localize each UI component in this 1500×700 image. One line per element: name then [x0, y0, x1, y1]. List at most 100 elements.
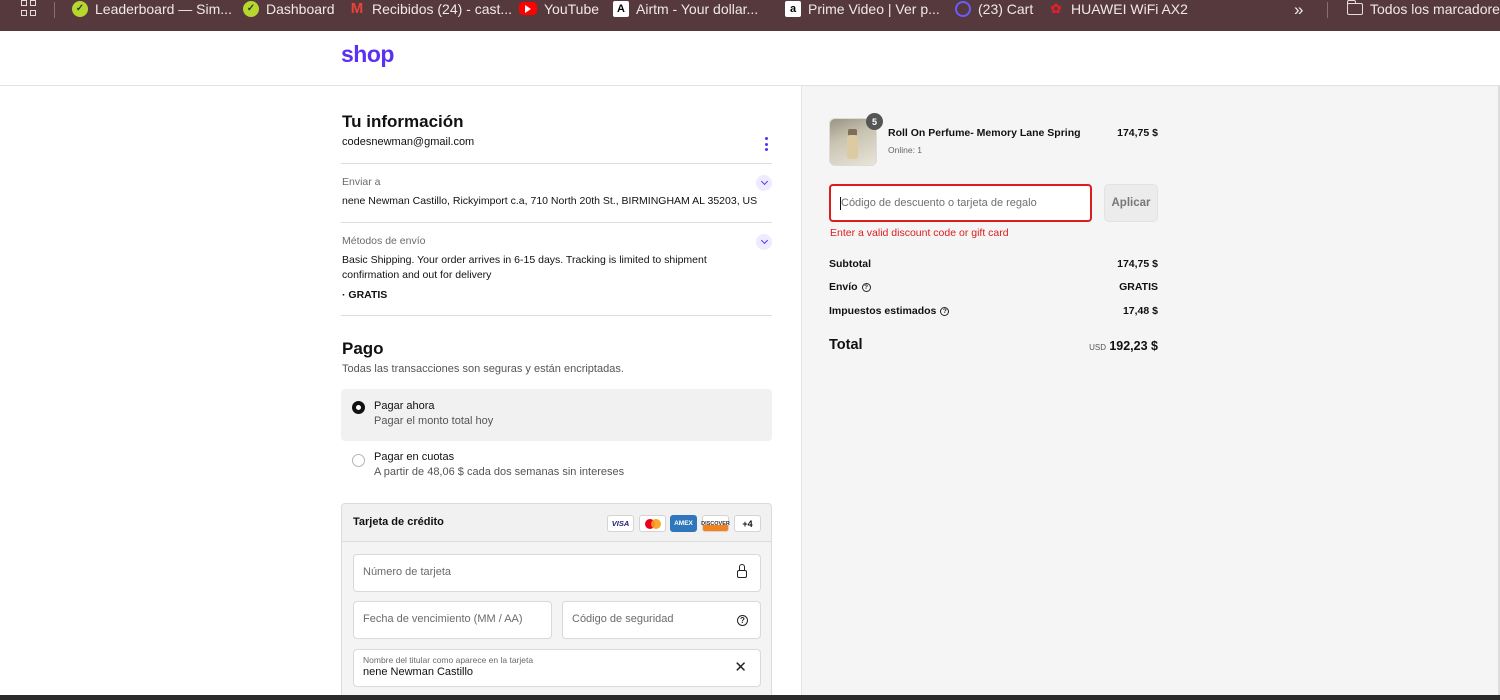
apps-grid-icon[interactable]	[21, 0, 37, 16]
ship-to-expand-chevron-icon[interactable]	[756, 175, 772, 191]
amazon-icon: a	[785, 0, 801, 17]
taxes-label-group: Impuestos estimados ?	[829, 305, 950, 317]
product-price: 174,75 $	[1117, 127, 1158, 139]
divider	[341, 222, 772, 223]
cart-icon	[955, 0, 971, 17]
card-number-input[interactable]: Número de tarjeta	[353, 554, 761, 592]
airtm-icon: A	[613, 0, 629, 17]
more-brands-badge: +4	[734, 515, 761, 532]
contact-email: codesnewman@gmail.com	[342, 136, 475, 148]
radio-unselected[interactable]	[352, 454, 365, 467]
bookmark-label: Airtm - Your dollar...	[636, 0, 759, 17]
cardholder-name-input[interactable]: Nombre del titular como aparece en la ta…	[353, 649, 761, 687]
expiry-input[interactable]: Fecha de vencimiento (MM / AA)	[353, 601, 552, 639]
amex-icon: AMEX	[670, 515, 697, 532]
shipping-label: Envío	[829, 281, 858, 293]
taskbar-edge	[0, 695, 1500, 700]
option-subtitle: Pagar el monto total hoy	[374, 415, 494, 427]
simpleswap-icon: ✓	[72, 0, 88, 17]
option-title: Pagar en cuotas	[374, 451, 455, 463]
payment-security-note: Todas las transacciones son seguras y es…	[342, 363, 624, 375]
bookmark-gmail[interactable]: M Recibidos (24) - cast...	[349, 0, 512, 17]
simpleswap-icon: ✓	[243, 0, 259, 17]
huawei-icon: ✿	[1050, 0, 1062, 16]
bookmark-leaderboard[interactable]: ✓ Leaderboard — Sim...	[72, 0, 232, 17]
credit-card-header[interactable]: Tarjeta de crédito VISA AMEX DISCOVER +4	[342, 504, 771, 542]
shipping-methods-label: Métodos de envío	[342, 235, 426, 247]
help-question-icon[interactable]: ?	[861, 282, 871, 292]
bookmark-dashboard[interactable]: ✓ Dashboard	[243, 0, 335, 17]
ship-to-label: Enviar a	[342, 176, 381, 188]
product-variant: Online: 1	[888, 145, 923, 155]
help-question-icon[interactable]: ?	[940, 306, 950, 316]
credit-card-title: Tarjeta de crédito	[353, 516, 444, 528]
divider	[341, 315, 772, 316]
shipping-methods-expand-chevron-icon[interactable]	[756, 234, 772, 250]
help-question-icon[interactable]: ?	[737, 615, 748, 626]
bookmark-label: Leaderboard — Sim...	[95, 0, 232, 17]
discover-icon: DISCOVER	[701, 515, 730, 532]
bookmark-label: Todos los marcadores	[1370, 0, 1500, 17]
payment-option-installments[interactable]: Pagar en cuotas A partir de 48,06 $ cada…	[341, 441, 772, 493]
option-subtitle: A partir de 48,06 $ cada dos semanas sin…	[374, 466, 625, 478]
payment-option-pay-now[interactable]: Pagar ahora Pagar el monto total hoy	[341, 389, 772, 441]
info-section-title: Tu información	[342, 112, 464, 131]
bookmark-prime-video[interactable]: a Prime Video | Ver p...	[785, 0, 940, 17]
bookmarks-bar: ✓ Leaderboard — Sim... ✓ Dashboard M Rec…	[0, 0, 1500, 31]
shipping-method-description: Basic Shipping. Your order arrives in 6-…	[342, 254, 707, 281]
visa-icon: VISA	[607, 515, 634, 532]
mastercard-icon	[639, 515, 666, 532]
shipping-method-price: · GRATIS	[342, 289, 388, 301]
credit-card-form: Tarjeta de crédito VISA AMEX DISCOVER +4…	[341, 503, 772, 700]
more-options-icon[interactable]	[760, 137, 772, 151]
bookmarks-divider	[1327, 2, 1328, 18]
shipping-value: GRATIS	[1119, 281, 1158, 293]
discount-error-message: Enter a valid discount code or gift card	[830, 227, 1009, 239]
quantity-badge: 5	[866, 113, 883, 130]
total-value: 192,23 $	[1109, 339, 1158, 353]
bookmark-youtube[interactable]: YouTube	[519, 0, 599, 17]
bookmark-label: Prime Video | Ver p...	[808, 0, 940, 17]
product-name: Roll On Perfume- Memory Lane Spring	[888, 127, 1081, 139]
cardholder-name-label: Nombre del titular como aparece en la ta…	[363, 655, 534, 665]
bookmark-label: (23) Cart	[978, 0, 1034, 17]
security-code-input[interactable]: Código de seguridad ?	[562, 601, 761, 639]
bookmark-airtm[interactable]: A Airtm - Your dollar...	[613, 0, 758, 17]
shop-logo[interactable]: shop	[341, 41, 394, 68]
card-number-placeholder: Número de tarjeta	[363, 566, 452, 578]
payment-section-title: Pago	[342, 339, 384, 358]
bookmark-label: YouTube	[544, 0, 600, 17]
bookmark-label: HUAWEI WiFi AX2	[1071, 0, 1188, 17]
shipping-label-group: Envío ?	[829, 281, 871, 293]
security-code-placeholder: Código de seguridad	[572, 613, 674, 625]
bookmark-huawei[interactable]: ✿ HUAWEI WiFi AX2	[1048, 0, 1188, 17]
radio-selected[interactable]	[352, 401, 365, 414]
gmail-icon: M	[350, 0, 364, 17]
discount-code-input[interactable]: Código de descuento o tarjeta de regalo	[829, 184, 1092, 222]
total-row: Total USD 192,23 $	[829, 337, 1158, 357]
total-label: Total	[829, 337, 863, 353]
folder-icon	[1346, 0, 1363, 15]
option-title: Pagar ahora	[374, 400, 435, 412]
order-summary-panel	[801, 86, 1500, 700]
clear-close-icon[interactable]: ✕	[734, 660, 747, 675]
ship-to-address: nene Newman Castillo, Rickyimport c.a, 7…	[342, 195, 758, 207]
bookmark-label: Recibidos (24) - cast...	[372, 0, 513, 17]
subtotal-value: 174,75 $	[1117, 258, 1158, 270]
divider	[341, 163, 772, 164]
text-caret	[840, 197, 841, 210]
bookmarks-divider	[54, 2, 55, 18]
bookmark-cart[interactable]: (23) Cart	[955, 0, 1033, 17]
bookmark-label: Dashboard	[266, 0, 335, 17]
bookmarks-all-folder[interactable]: Todos los marcadores	[1346, 0, 1500, 17]
discount-code-placeholder: Código de descuento o tarjeta de regalo	[841, 197, 1037, 209]
expiry-placeholder: Fecha de vencimiento (MM / AA)	[363, 613, 523, 625]
checkout-header: shop	[0, 31, 1500, 86]
total-currency: USD	[1089, 343, 1106, 352]
perfume-bottle	[847, 135, 858, 159]
taxes-value: 17,48 $	[1122, 305, 1158, 317]
bookmarks-overflow-icon[interactable]: »	[1294, 0, 1303, 20]
youtube-icon	[519, 2, 537, 15]
apply-discount-button[interactable]: Aplicar	[1104, 184, 1158, 222]
subtotal-label: Subtotal	[829, 258, 871, 270]
